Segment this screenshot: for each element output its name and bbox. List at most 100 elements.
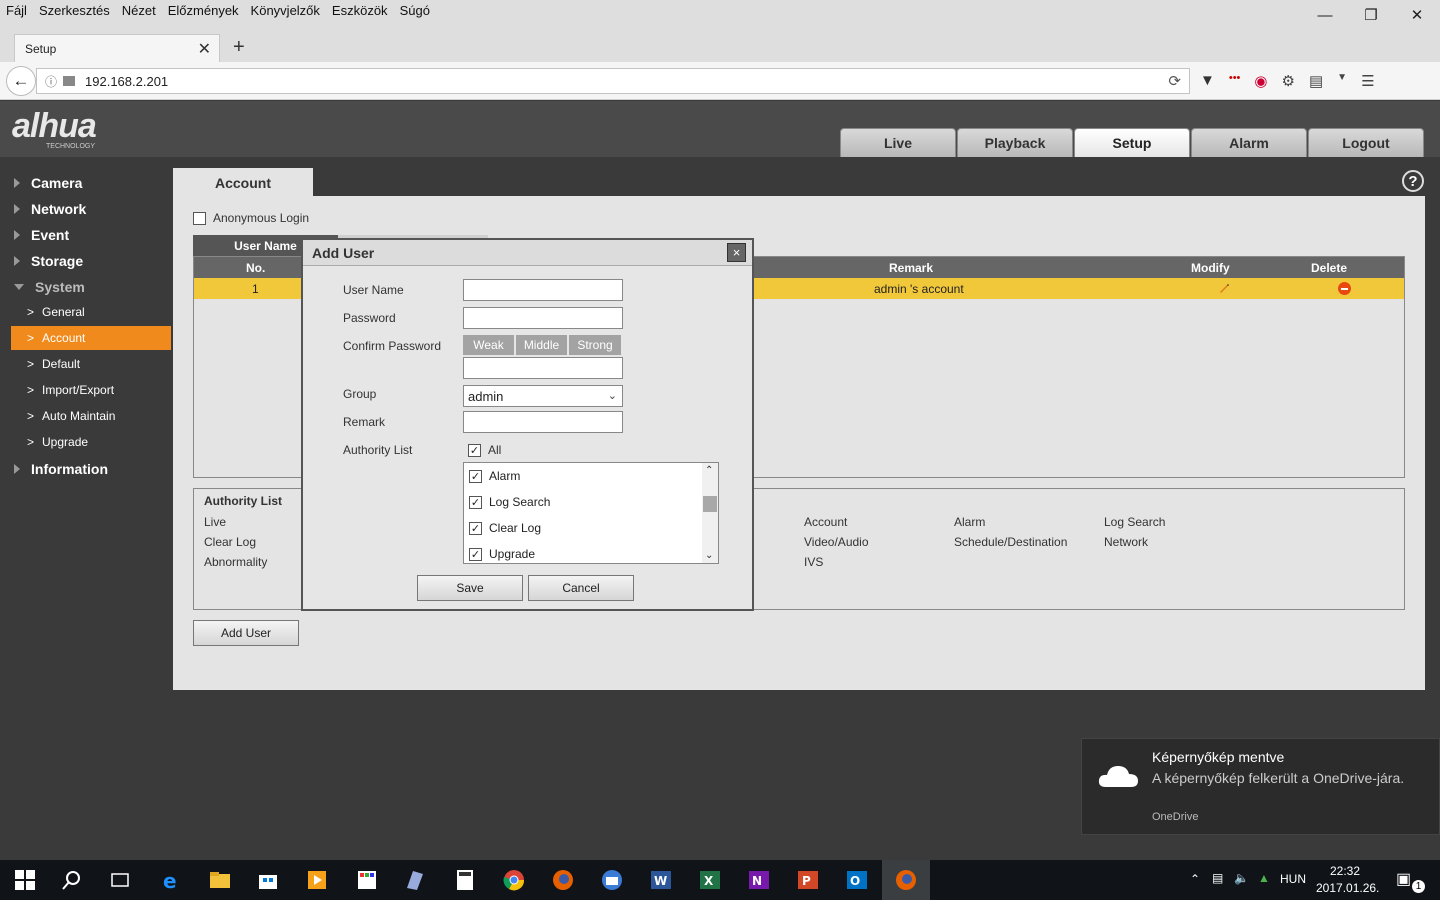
save-button[interactable]: Save <box>417 575 523 601</box>
restore-icon[interactable]: ❐ <box>1348 0 1394 30</box>
media-player-icon[interactable] <box>305 868 329 892</box>
network-icon[interactable]: ▤ <box>1212 871 1223 885</box>
cloud-icon <box>1098 766 1138 787</box>
outlook-icon[interactable]: O <box>845 868 869 892</box>
menu-tools[interactable]: Eszközök <box>332 3 388 18</box>
powerpoint-icon[interactable]: P <box>796 868 820 892</box>
authority-checklist: ✓ Alarm ✓ Log Search ✓ Clear Log ✓ Upgrade ⌃… <box>463 462 719 564</box>
cancel-button[interactable]: Cancel <box>528 575 634 601</box>
menu-view[interactable]: Nézet <box>122 3 156 18</box>
calculator-icon[interactable] <box>453 868 477 892</box>
excel-icon[interactable]: X <box>698 868 722 892</box>
sidebar-item-system[interactable]: System <box>14 279 85 295</box>
notes-app-icon[interactable] <box>403 868 427 892</box>
sidebar-item-camera[interactable]: Camera <box>14 175 82 191</box>
scroll-thumb[interactable] <box>703 496 717 512</box>
chrome-icon[interactable] <box>502 868 526 892</box>
chevron-up-icon[interactable]: ⌃ <box>1190 872 1200 886</box>
authority-checkbox-log-search[interactable]: ✓ Log Search <box>469 495 550 509</box>
sidebar-sub-upgrade[interactable]: > Upgrade <box>11 430 171 454</box>
lastpass-icon[interactable]: ••• <box>1229 72 1241 90</box>
nav-alarm[interactable]: Alarm <box>1191 128 1307 157</box>
expand-arrow-icon <box>14 204 20 214</box>
pocket-icon[interactable]: ▼ <box>1200 72 1215 90</box>
windows-start-icon[interactable] <box>13 868 37 892</box>
clock-date[interactable]: 2017.01.26. <box>1316 881 1379 895</box>
scrollbar[interactable]: ⌃ ⌄ <box>702 463 718 563</box>
store-icon[interactable] <box>256 868 280 892</box>
anonymous-login-checkbox[interactable]: Anonymous Login <box>193 211 309 225</box>
expand-arrow-icon <box>14 256 20 266</box>
menu-help[interactable]: Súgó <box>400 3 430 18</box>
menu-bookmarks[interactable]: Könyvjelzők <box>251 3 320 18</box>
action-center-icon[interactable]: ▣ <box>1396 869 1411 889</box>
sidebar-sub-account[interactable]: > Account <box>11 326 171 350</box>
calendar-app-icon[interactable] <box>355 868 379 892</box>
group-select[interactable]: admin ⌄ <box>463 385 623 407</box>
extension-icon[interactable]: ⚙ <box>1282 72 1295 90</box>
nav-logout[interactable]: Logout <box>1308 128 1424 157</box>
sidebar-sub-auto-maintain[interactable]: > Auto Maintain <box>11 404 171 428</box>
minimize-icon[interactable]: — <box>1302 0 1348 30</box>
thunderbird-icon[interactable] <box>600 868 624 892</box>
hamburger-menu-icon[interactable]: ☰ <box>1361 72 1374 90</box>
info-icon[interactable]: ⓘ <box>45 73 57 90</box>
sidebar-sub-default[interactable]: > Default <box>11 352 171 376</box>
authority-item: IVS <box>804 555 824 569</box>
help-icon[interactable]: ? <box>1402 170 1424 192</box>
nav-playback[interactable]: Playback <box>957 128 1073 157</box>
clipboard-icon[interactable]: ▤ <box>1309 72 1323 90</box>
scroll-down-icon[interactable]: ⌄ <box>705 550 713 561</box>
authority-item: Account <box>804 515 848 529</box>
menu-history[interactable]: Előzmények <box>168 3 239 18</box>
reload-icon[interactable]: ⟳ <box>1168 72 1181 90</box>
menu-file[interactable]: Fájl <box>6 3 27 18</box>
close-tab-icon[interactable]: ✕ <box>198 39 211 59</box>
password-field[interactable] <box>463 307 623 329</box>
firefox-active-task[interactable] <box>882 860 930 900</box>
menu-edit[interactable]: Szerkesztés <box>39 3 110 18</box>
search-icon[interactable] <box>60 868 84 892</box>
authority-all-checkbox[interactable]: ✓ All <box>468 443 501 457</box>
close-icon[interactable]: × <box>727 243 746 262</box>
onedrive-notification[interactable]: Képernyőkép mentve A képernyőkép felkerü… <box>1081 738 1440 835</box>
sidebar-item-information[interactable]: Information <box>14 461 108 477</box>
edge-icon[interactable]: e <box>160 868 184 892</box>
new-tab-icon[interactable]: + <box>233 36 245 59</box>
sidebar-item-storage[interactable]: Storage <box>14 253 83 269</box>
file-explorer-icon[interactable] <box>208 868 232 892</box>
scroll-up-icon[interactable]: ⌃ <box>705 465 713 476</box>
volume-icon[interactable]: 🔈 <box>1234 871 1249 885</box>
cell-remark: admin 's account <box>874 282 964 296</box>
firefox-icon[interactable] <box>551 868 575 892</box>
confirm-password-field[interactable] <box>463 357 623 379</box>
sidebar-item-network[interactable]: Network <box>14 201 86 217</box>
task-view-icon[interactable] <box>108 868 132 892</box>
back-arrow-icon[interactable]: ← <box>6 66 36 96</box>
tab-account[interactable]: Account <box>173 170 313 196</box>
language-indicator[interactable]: HUN <box>1280 872 1306 886</box>
clock-time[interactable]: 22:32 <box>1330 864 1360 878</box>
nav-live[interactable]: Live <box>840 128 956 157</box>
pencil-icon[interactable] <box>1218 282 1230 294</box>
authority-checkbox-upgrade[interactable]: ✓ Upgrade <box>469 547 535 561</box>
close-window-icon[interactable]: ✕ <box>1394 0 1440 30</box>
adblock-icon[interactable]: ◉ <box>1254 72 1267 90</box>
word-icon[interactable]: W <box>649 868 673 892</box>
address-bar[interactable]: ⓘ 192.168.2.201 ⟳ <box>36 68 1190 94</box>
browser-tab[interactable]: Setup ✕ <box>14 34 220 62</box>
remark-field[interactable] <box>463 411 623 433</box>
sidebar-sub-import-export[interactable]: > Import/Export <box>11 378 171 402</box>
google-drive-icon[interactable]: ▲ <box>1258 871 1270 885</box>
notification-count-badge: 1 <box>1412 880 1425 893</box>
onenote-icon[interactable]: N <box>747 868 771 892</box>
dropdown-icon[interactable]: ▼ <box>1337 72 1347 90</box>
delete-icon[interactable] <box>1338 282 1351 295</box>
nav-setup[interactable]: Setup <box>1074 128 1190 157</box>
add-user-button[interactable]: Add User <box>193 620 299 646</box>
username-field[interactable] <box>463 279 623 301</box>
authority-checkbox-alarm[interactable]: ✓ Alarm <box>469 469 520 483</box>
authority-checkbox-clear-log[interactable]: ✓ Clear Log <box>469 521 541 535</box>
sidebar-sub-general[interactable]: > General <box>11 300 171 324</box>
sidebar-item-event[interactable]: Event <box>14 227 69 243</box>
